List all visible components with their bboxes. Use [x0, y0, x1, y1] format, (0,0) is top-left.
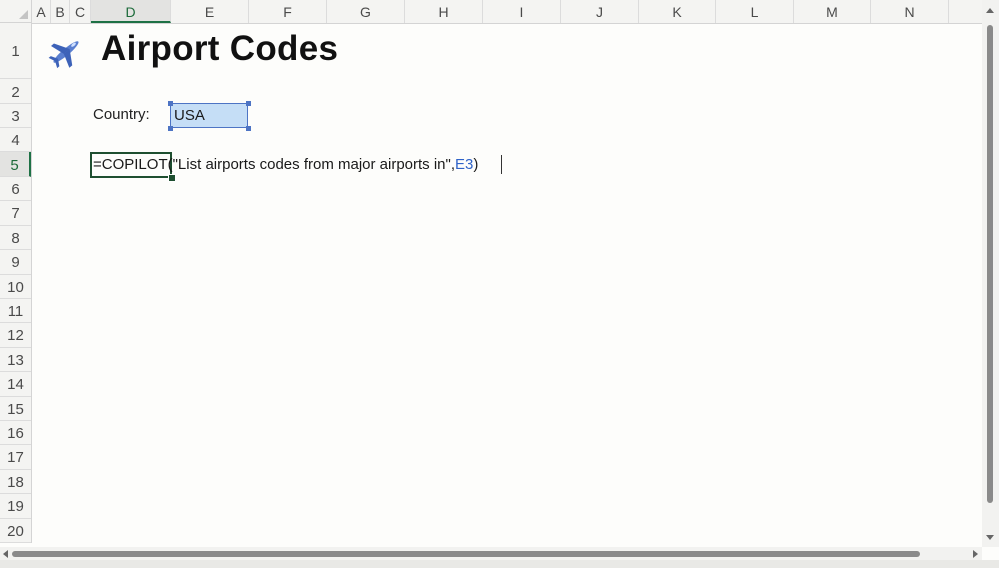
horizontal-scroll-thumb[interactable]	[12, 551, 920, 557]
column-header-h[interactable]: H	[405, 0, 483, 23]
row-header-12[interactable]: 12	[0, 323, 31, 348]
scroll-up-icon[interactable]	[986, 8, 994, 13]
column-header-m[interactable]: M	[794, 0, 871, 23]
row-header-1[interactable]: 1	[0, 23, 31, 79]
scroll-down-icon[interactable]	[986, 535, 994, 540]
selection-handle[interactable]	[246, 101, 251, 106]
formula-args: ("List airports codes from major airport…	[167, 156, 456, 173]
row-header-20[interactable]: 20	[0, 519, 31, 543]
column-header-b[interactable]: B	[51, 0, 70, 23]
scroll-left-icon[interactable]	[3, 550, 8, 558]
country-cell-e3[interactable]: USA	[170, 103, 248, 128]
scroll-right-icon[interactable]	[973, 550, 978, 558]
column-header-n[interactable]: N	[871, 0, 949, 23]
row-header-9[interactable]: 9	[0, 250, 31, 275]
row-header-4[interactable]: 4	[0, 128, 31, 152]
select-all-corner[interactable]	[0, 0, 32, 23]
row-header-14[interactable]: 14	[0, 372, 31, 397]
column-header-c[interactable]: C	[70, 0, 91, 23]
row-header-16[interactable]: 16	[0, 421, 31, 446]
row-header-2[interactable]: 2	[0, 79, 31, 104]
column-header-bar: ABCDEFGHIJKLMN	[0, 0, 982, 24]
row-header-17[interactable]: 17	[0, 445, 31, 470]
row-header-3[interactable]: 3	[0, 104, 31, 128]
selection-handle[interactable]	[168, 126, 173, 131]
selection-handle[interactable]	[246, 126, 251, 131]
row-header-7[interactable]: 7	[0, 201, 31, 226]
column-header-e[interactable]: E	[171, 0, 249, 23]
row-header-6[interactable]: 6	[0, 177, 31, 202]
row-header-19[interactable]: 19	[0, 494, 31, 519]
row-header-8[interactable]: 8	[0, 226, 31, 251]
column-header-k[interactable]: K	[639, 0, 716, 23]
row-header-10[interactable]: 10	[0, 275, 31, 299]
selection-handle[interactable]	[168, 101, 173, 106]
vertical-scrollbar[interactable]	[982, 0, 999, 547]
page-title: Airport Codes	[101, 29, 339, 68]
column-header-g[interactable]: G	[327, 0, 405, 23]
row-header-bar: 1 2 3 4 5 6 7 8 9 10 11 12 13 14 15 16 17 18 19 20	[0, 23, 32, 543]
column-header-a[interactable]: A	[32, 0, 51, 23]
formula-function: =COPILOT	[93, 156, 168, 173]
column-header-i[interactable]: I	[483, 0, 561, 23]
row-header-13[interactable]: 13	[0, 348, 31, 373]
formula-editor[interactable]: =COPILOT("List airports codes from major…	[93, 156, 478, 173]
column-header-d[interactable]: D	[91, 0, 171, 23]
vertical-scroll-thumb[interactable]	[987, 25, 993, 503]
column-header-l[interactable]: L	[716, 0, 794, 23]
row-header-5[interactable]: 5	[0, 152, 31, 177]
row-header-15[interactable]: 15	[0, 397, 31, 421]
formula-close: )	[473, 156, 479, 173]
column-header-f[interactable]: F	[249, 0, 327, 23]
fill-handle[interactable]	[168, 174, 176, 182]
formula-cell-ref: E3	[455, 156, 474, 173]
column-header-j[interactable]: J	[561, 0, 639, 23]
status-strip	[0, 560, 999, 568]
row-header-11[interactable]: 11	[0, 299, 31, 324]
country-label: Country:	[93, 106, 150, 123]
airplane-icon	[48, 41, 79, 69]
text-caret	[501, 155, 502, 174]
row-header-18[interactable]: 18	[0, 470, 31, 495]
horizontal-scrollbar[interactable]	[0, 547, 982, 560]
